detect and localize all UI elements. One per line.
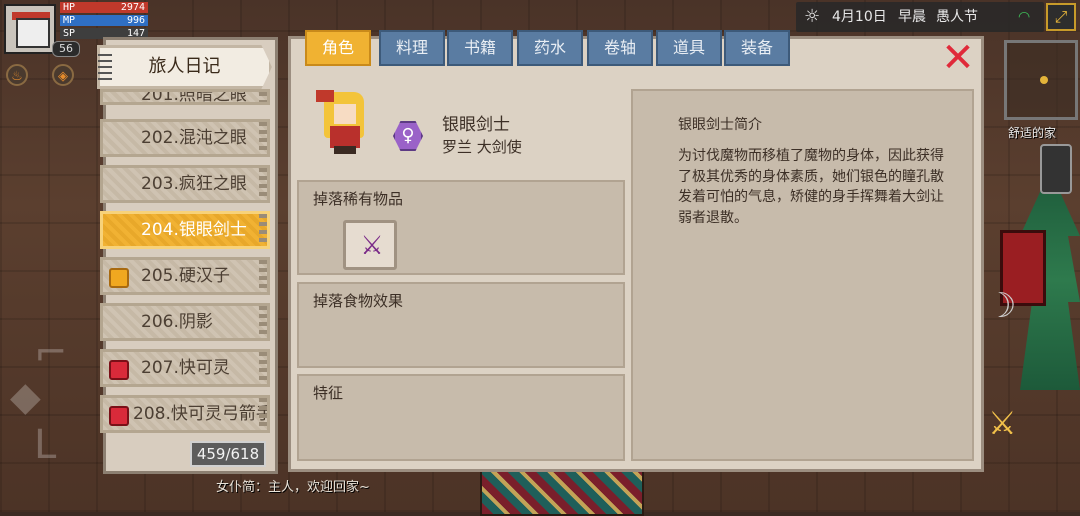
journal-entry[interactable]: 203.疯狂之眼 (100, 165, 270, 203)
stat-bars: HP 2974 MP 996 SP 147 (60, 2, 148, 41)
hp-value: 2974 (120, 2, 145, 13)
tab-scrolls[interactable]: 卷轴 (587, 30, 653, 66)
joystick[interactable]: ⌐ ◆ L (10, 330, 80, 468)
mp-label: MP (63, 15, 76, 26)
tab-character[interactable]: 角色 (305, 30, 371, 66)
food-effect-title: 掉落食物效果 (313, 292, 404, 310)
greatsword-icon: ⚔ (360, 231, 384, 261)
close-icon[interactable]: ✕ (940, 38, 976, 78)
time-period: 早晨 (898, 9, 926, 25)
description-title: 银眼剑士简介 (678, 117, 762, 133)
hp-bar: HP 2974 (60, 2, 148, 13)
traits-title: 特征 (313, 384, 344, 402)
journal-entry[interactable]: 206.阴影 (100, 303, 270, 341)
portrait-bow (316, 90, 334, 102)
date-text: 4月10日 (832, 9, 887, 25)
level-badge: 56 (52, 41, 80, 57)
journal-entry[interactable]: 201.照暗之眼 (100, 89, 270, 105)
drop-item-slot[interactable]: ⚔ (343, 220, 397, 270)
sun-icon: ☼ (804, 6, 821, 27)
red-gem-icon (109, 406, 129, 426)
entry-label: 202.混沌之眼 (141, 128, 247, 148)
entry-label: 206.阴影 (141, 312, 213, 332)
phone-icon[interactable] (1040, 144, 1072, 194)
entry-label: 208.快可灵弓箭手 (133, 404, 270, 424)
journal-entry[interactable]: 207.快可灵 (100, 349, 270, 387)
entry-label: 207.快可灵 (141, 358, 230, 378)
arrow-up-icon: ⌐ (34, 330, 68, 376)
minimap-player-dot (1040, 76, 1048, 84)
arrow-left-icon: ◆ (10, 374, 41, 420)
gold-gem-icon (109, 268, 129, 288)
red-gem-icon (109, 360, 129, 380)
tab-cooking[interactable]: 料理 (379, 30, 445, 66)
expand-icon[interactable]: ⤢ (1046, 3, 1076, 31)
attack-sword-icon[interactable]: ⚔ (988, 404, 1028, 444)
minimap[interactable] (1004, 40, 1078, 120)
entry-label: 204.银眼剑士 (141, 220, 247, 240)
character-name: 银眼剑士 (442, 115, 510, 135)
entry-label: 205.硬汉子 (141, 266, 230, 286)
chat-message: 女仆简：主人，欢迎回家~ (216, 480, 370, 495)
portrait-face (334, 104, 356, 124)
bow-icon[interactable]: ☽ (986, 280, 1016, 332)
journal-entry[interactable]: 202.混沌之眼 (100, 119, 270, 157)
entry-label: 203.疯狂之眼 (141, 174, 247, 194)
shield-buff-icon[interactable]: ◈ (52, 64, 74, 86)
entry-label: 201.照暗之眼 (141, 89, 247, 105)
description-text: 为讨伐魔物而移植了魔物的身体，因此获得了极其优秀的身体素质，她们银色的瞳孔散发着… (678, 148, 944, 226)
tab-books[interactable]: 书籍 (447, 30, 513, 66)
fire-buff-icon[interactable]: ♨ (6, 64, 28, 86)
wifi-icon: ◠ (1018, 9, 1031, 25)
tab-potions[interactable]: 药水 (517, 30, 583, 66)
journal-entry-selected[interactable]: 204.银眼剑士 (100, 211, 270, 249)
food-effect-box: 掉落食物效果 (297, 282, 625, 368)
portrait-body (330, 126, 360, 148)
mp-value: 996 (126, 15, 145, 26)
player-avatar[interactable] (4, 4, 56, 54)
arrow-down-icon: L (34, 422, 57, 468)
journal-entry[interactable]: 205.硬汉子 (100, 257, 270, 295)
rug (480, 470, 644, 516)
portrait-legs (334, 146, 356, 154)
sp-label: SP (63, 28, 76, 39)
tab-equipment[interactable]: 装备 (724, 30, 790, 66)
mp-bar: MP 996 (60, 15, 148, 26)
traits-box: 特征 (297, 374, 625, 461)
tab-items[interactable]: 道具 (656, 30, 722, 66)
binder-rings-icon (98, 54, 112, 80)
hp-label: HP (63, 2, 76, 13)
entry-count: 459/618 (190, 441, 266, 467)
holiday-text: 愚人节 (936, 9, 978, 25)
location-label: 舒适的家 (1008, 126, 1057, 140)
description-box (631, 89, 974, 461)
character-portrait (314, 86, 376, 156)
avatar-face (16, 18, 50, 48)
journal-title: 旅人日记 (148, 56, 221, 77)
status-bar: ☼ 4月10日 早晨 愚人节 ◠ (796, 2, 1044, 32)
journal-entry[interactable]: 208.快可灵弓箭手 (100, 395, 270, 433)
rare-drops-title: 掉落稀有物品 (313, 190, 404, 208)
journal-title-tab: 旅人日记 (97, 45, 272, 89)
character-subtitle: 罗兰 大剑使 (442, 138, 522, 156)
